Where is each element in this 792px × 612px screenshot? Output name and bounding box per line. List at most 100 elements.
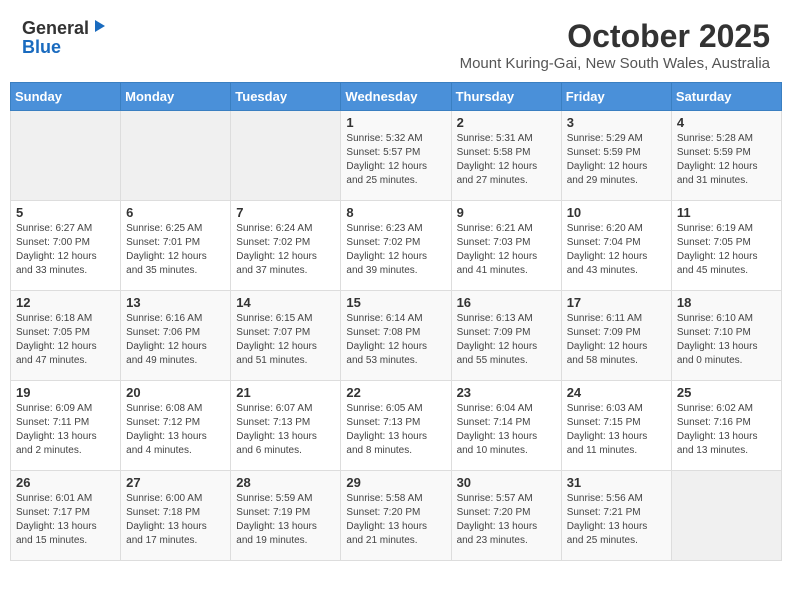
day-header-tuesday: Tuesday: [231, 83, 341, 111]
calendar-cell: 28 Sunrise: 5:59 AMSunset: 7:19 PMDayligh…: [231, 471, 341, 561]
day-header-friday: Friday: [561, 83, 671, 111]
location-title: Mount Kuring-Gai, New South Wales, Austr…: [460, 55, 770, 72]
calendar-cell: 19Sunrise: 6:09 AMSunset: 7:11 PMDayligh…: [11, 381, 121, 471]
day-number: 10: [567, 205, 666, 220]
day-number: 7: [236, 205, 335, 220]
calendar-cell: 21 Sunrise: 6:07 AMSunset: 7:13 PMDayligh…: [231, 381, 341, 471]
day-info: Sunrise: 5:59 AMSunset: 7:19 PMDaylight:…: [236, 492, 335, 548]
calendar-cell: 6Sunrise: 6:25 AMSunset: 7:01 PMDaylight…: [121, 201, 231, 291]
day-number: 15: [346, 295, 445, 310]
day-info: Sunrise: 6:27 AMSunset: 7:00 PMDaylight:…: [16, 222, 115, 278]
calendar-week-row: 1 Sunrise: 5:32 AMSunset: 5:57 PMDaylight…: [11, 111, 782, 201]
calendar-week-row: 26Sunrise: 6:01 AMSunset: 7:17 PMDayligh…: [11, 471, 782, 561]
calendar-cell: 8Sunrise: 6:23 AMSunset: 7:02 PMDaylight…: [341, 201, 451, 291]
day-info: Sunrise: 6:00 AMSunset: 7:18 PMDaylight:…: [126, 492, 225, 548]
day-info: Sunrise: 5:28 AMSunset: 5:59 PMDaylight:…: [677, 132, 776, 188]
day-header-thursday: Thursday: [451, 83, 561, 111]
calendar-cell: 27 Sunrise: 6:00 AMSunset: 7:18 PMDayligh…: [121, 471, 231, 561]
day-number: 5: [16, 205, 115, 220]
day-number: 8: [346, 205, 445, 220]
day-number: 29: [346, 475, 445, 490]
day-number: 1: [346, 115, 445, 130]
day-number: 18: [677, 295, 776, 310]
day-number: 24: [567, 385, 666, 400]
day-info: Sunrise: 5:56 AMSunset: 7:21 PMDaylight:…: [567, 492, 666, 548]
calendar-week-row: 5 Sunrise: 6:27 AMSunset: 7:00 PMDaylight…: [11, 201, 782, 291]
day-number: 28: [236, 475, 335, 490]
calendar-cell: 14 Sunrise: 6:15 AMSunset: 7:07 PMDayligh…: [231, 291, 341, 381]
day-info: Sunrise: 5:31 AMSunset: 5:58 PMDaylight:…: [457, 132, 556, 188]
logo-general-text: General: [22, 19, 89, 37]
calendar-table: SundayMondayTuesdayWednesdayThursdayFrid…: [10, 82, 782, 561]
calendar-cell: 15 Sunrise: 6:14 AMSunset: 7:08 PMDayligh…: [341, 291, 451, 381]
calendar-cell: 12Sunrise: 6:18 AMSunset: 7:05 PMDayligh…: [11, 291, 121, 381]
day-number: 16: [457, 295, 556, 310]
calendar-week-row: 12Sunrise: 6:18 AMSunset: 7:05 PMDayligh…: [11, 291, 782, 381]
day-info: Sunrise: 6:14 AMSunset: 7:08 PMDaylight:…: [346, 312, 445, 368]
calendar-cell: 9 Sunrise: 6:21 AMSunset: 7:03 PMDaylight…: [451, 201, 561, 291]
calendar-cell: 22 Sunrise: 6:05 AMSunset: 7:13 PMDayligh…: [341, 381, 451, 471]
day-number: 23: [457, 385, 556, 400]
day-info: Sunrise: 6:13 AMSunset: 7:09 PMDaylight:…: [457, 312, 556, 368]
day-number: 6: [126, 205, 225, 220]
day-number: 19: [16, 385, 115, 400]
calendar-cell: 3Sunrise: 5:29 AMSunset: 5:59 PMDaylight…: [561, 111, 671, 201]
day-info: Sunrise: 5:57 AMSunset: 7:20 PMDaylight:…: [457, 492, 556, 548]
day-number: 26: [16, 475, 115, 490]
day-info: Sunrise: 6:16 AMSunset: 7:06 PMDaylight:…: [126, 312, 225, 368]
calendar-cell: 4Sunrise: 5:28 AMSunset: 5:59 PMDaylight…: [671, 111, 781, 201]
calendar-cell: [121, 111, 231, 201]
calendar-cell: [231, 111, 341, 201]
calendar-cell: 25Sunrise: 6:02 AMSunset: 7:16 PMDayligh…: [671, 381, 781, 471]
day-number: 3: [567, 115, 666, 130]
day-info: Sunrise: 6:07 AMSunset: 7:13 PMDaylight:…: [236, 402, 335, 458]
day-number: 20: [126, 385, 225, 400]
day-number: 9: [457, 205, 556, 220]
calendar-cell: 2 Sunrise: 5:31 AMSunset: 5:58 PMDaylight…: [451, 111, 561, 201]
day-info: Sunrise: 6:11 AMSunset: 7:09 PMDaylight:…: [567, 312, 666, 368]
calendar-cell: 10 Sunrise: 6:20 AMSunset: 7:04 PMDayligh…: [561, 201, 671, 291]
day-info: Sunrise: 6:21 AMSunset: 7:03 PMDaylight:…: [457, 222, 556, 278]
day-info: Sunrise: 6:24 AMSunset: 7:02 PMDaylight:…: [236, 222, 335, 278]
day-info: Sunrise: 6:19 AMSunset: 7:05 PMDaylight:…: [677, 222, 776, 278]
day-number: 14: [236, 295, 335, 310]
day-number: 30: [457, 475, 556, 490]
calendar-cell: [11, 111, 121, 201]
day-info: Sunrise: 6:20 AMSunset: 7:04 PMDaylight:…: [567, 222, 666, 278]
calendar-week-row: 19Sunrise: 6:09 AMSunset: 7:11 PMDayligh…: [11, 381, 782, 471]
day-number: 11: [677, 205, 776, 220]
calendar-cell: 26Sunrise: 6:01 AMSunset: 7:17 PMDayligh…: [11, 471, 121, 561]
calendar-header-row: SundayMondayTuesdayWednesdayThursdayFrid…: [11, 83, 782, 111]
day-header-sunday: Sunday: [11, 83, 121, 111]
calendar-cell: 1 Sunrise: 5:32 AMSunset: 5:57 PMDaylight…: [341, 111, 451, 201]
calendar-cell: 31 Sunrise: 5:56 AMSunset: 7:21 PMDayligh…: [561, 471, 671, 561]
calendar-cell: 13Sunrise: 6:16 AMSunset: 7:06 PMDayligh…: [121, 291, 231, 381]
day-header-monday: Monday: [121, 83, 231, 111]
calendar-body: 1 Sunrise: 5:32 AMSunset: 5:57 PMDaylight…: [11, 111, 782, 561]
day-info: Sunrise: 6:05 AMSunset: 7:13 PMDaylight:…: [346, 402, 445, 458]
calendar-cell: 23Sunrise: 6:04 AMSunset: 7:14 PMDayligh…: [451, 381, 561, 471]
day-number: 25: [677, 385, 776, 400]
day-header-saturday: Saturday: [671, 83, 781, 111]
day-number: 27: [126, 475, 225, 490]
calendar-cell: [671, 471, 781, 561]
calendar-cell: 7 Sunrise: 6:24 AMSunset: 7:02 PMDaylight…: [231, 201, 341, 291]
day-info: Sunrise: 6:03 AMSunset: 7:15 PMDaylight:…: [567, 402, 666, 458]
calendar-cell: 17 Sunrise: 6:11 AMSunset: 7:09 PMDayligh…: [561, 291, 671, 381]
calendar-cell: 16 Sunrise: 6:13 AMSunset: 7:09 PMDayligh…: [451, 291, 561, 381]
day-info: Sunrise: 5:58 AMSunset: 7:20 PMDaylight:…: [346, 492, 445, 548]
day-number: 31: [567, 475, 666, 490]
day-info: Sunrise: 6:15 AMSunset: 7:07 PMDaylight:…: [236, 312, 335, 368]
day-info: Sunrise: 5:32 AMSunset: 5:57 PMDaylight:…: [346, 132, 445, 188]
calendar-cell: 29 Sunrise: 5:58 AMSunset: 7:20 PMDayligh…: [341, 471, 451, 561]
month-title: October 2025: [460, 18, 770, 55]
day-number: 2: [457, 115, 556, 130]
day-info: Sunrise: 6:08 AMSunset: 7:12 PMDaylight:…: [126, 402, 225, 458]
calendar-cell: 24 Sunrise: 6:03 AMSunset: 7:15 PMDayligh…: [561, 381, 671, 471]
day-number: 17: [567, 295, 666, 310]
logo: General Blue: [22, 18, 107, 56]
calendar-cell: 18Sunrise: 6:10 AMSunset: 7:10 PMDayligh…: [671, 291, 781, 381]
logo-blue-text: Blue: [22, 38, 107, 56]
day-number: 21: [236, 385, 335, 400]
day-number: 22: [346, 385, 445, 400]
